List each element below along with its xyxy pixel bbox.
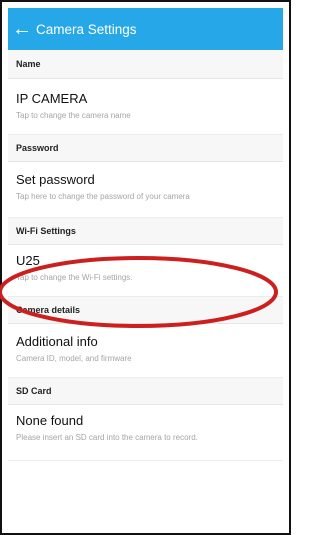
- password-subtitle: Tap here to change the password of your …: [16, 192, 190, 201]
- setting-item-camera-name[interactable]: IP CAMERA Tap to change the camera name: [8, 79, 283, 135]
- camera-name-subtitle: Tap to change the camera name: [16, 111, 131, 120]
- section-header-camera-details: Camera details: [8, 297, 283, 324]
- app-bar: ← Camera Settings: [8, 8, 283, 50]
- password-title: Set password: [16, 172, 95, 187]
- phone-screen: ← Camera Settings Name IP CAMERA Tap to …: [0, 0, 291, 535]
- page-title: Camera Settings: [36, 21, 137, 37]
- back-button[interactable]: ←: [8, 8, 36, 50]
- setting-item-password[interactable]: Set password Tap here to change the pass…: [8, 162, 283, 218]
- section-header-sd-card: SD Card: [8, 378, 283, 405]
- settings-list: Name IP CAMERA Tap to change the camera …: [8, 50, 283, 461]
- sd-card-title: None found: [16, 413, 84, 428]
- additional-info-subtitle: Camera ID, model, and firmware: [16, 354, 132, 363]
- setting-item-sd-card[interactable]: None found Please insert an SD card into…: [8, 405, 283, 461]
- additional-info-title: Additional info: [16, 334, 98, 349]
- section-header-wifi: Wi-Fi Settings: [8, 218, 283, 245]
- setting-item-additional-info[interactable]: Additional info Camera ID, model, and fi…: [8, 324, 283, 378]
- camera-name-title: IP CAMERA: [16, 91, 88, 106]
- section-header-password: Password: [8, 135, 283, 162]
- section-header-name: Name: [8, 50, 283, 79]
- arrow-left-icon: ←: [12, 18, 32, 40]
- wifi-subtitle: Tap to change the Wi-Fi settings.: [16, 273, 133, 282]
- setting-item-wifi[interactable]: U25 Tap to change the Wi-Fi settings.: [8, 245, 283, 297]
- wifi-title: U25: [16, 253, 40, 268]
- sd-card-subtitle: Please insert an SD card into the camera…: [16, 433, 198, 442]
